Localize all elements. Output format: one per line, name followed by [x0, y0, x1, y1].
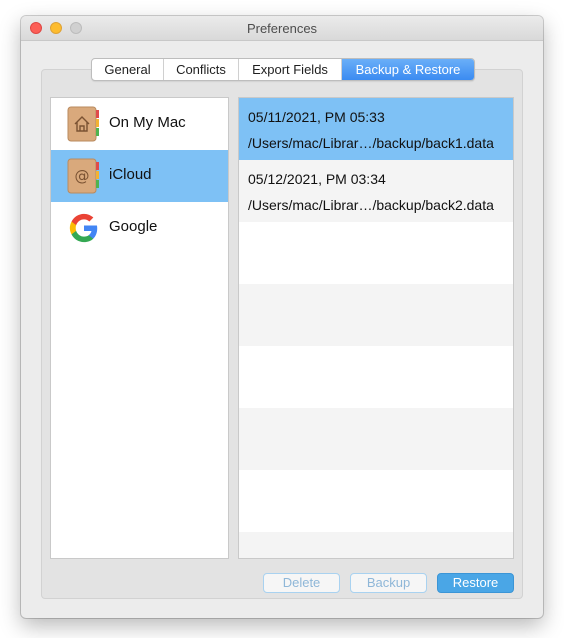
- svg-text:@: @: [75, 167, 90, 185]
- sidebar-item-label: Google: [109, 218, 158, 235]
- backup-date: 05/11/2021, PM 05:33: [248, 109, 385, 125]
- empty-row: [239, 470, 513, 532]
- backup-row[interactable]: 05/12/2021, PM 03:34 /Users/mac/Librar…/…: [239, 160, 513, 222]
- empty-row: [239, 222, 513, 284]
- title-bar: Preferences: [21, 16, 543, 41]
- backup-date: 05/12/2021, PM 03:34: [248, 171, 386, 187]
- home-book-icon: [67, 106, 99, 142]
- backup-path: /Users/mac/Librar…/backup/back2.data: [248, 197, 494, 213]
- account-sidebar: On My Mac @ iCloud Google: [50, 97, 229, 559]
- empty-row: [239, 408, 513, 470]
- empty-row: [239, 346, 513, 408]
- tab-conflicts[interactable]: Conflicts: [164, 59, 239, 80]
- backup-row[interactable]: 05/11/2021, PM 05:33 /Users/mac/Librar…/…: [239, 98, 513, 160]
- tab-general[interactable]: General: [92, 59, 164, 80]
- backup-button[interactable]: Backup: [350, 573, 427, 593]
- empty-row: [239, 284, 513, 346]
- tab-bar: General Conflicts Export Fields Backup &…: [91, 58, 475, 81]
- sidebar-item-icloud[interactable]: @ iCloud: [51, 150, 228, 202]
- backup-path: /Users/mac/Librar…/backup/back1.data: [248, 135, 494, 151]
- tab-backup-restore[interactable]: Backup & Restore: [342, 59, 474, 80]
- delete-button[interactable]: Delete: [263, 573, 340, 593]
- preferences-window: Preferences General Conflicts Export Fie…: [21, 16, 543, 618]
- window-title: Preferences: [246, 21, 318, 36]
- at-book-icon: @: [67, 158, 99, 194]
- empty-row: [239, 532, 513, 558]
- sidebar-item-label: On My Mac: [109, 114, 186, 131]
- tab-export-fields[interactable]: Export Fields: [239, 59, 342, 80]
- sidebar-item-google[interactable]: Google: [51, 202, 228, 254]
- backup-list: 05/11/2021, PM 05:33 /Users/mac/Librar…/…: [238, 97, 514, 559]
- sidebar-item-label: iCloud: [109, 166, 152, 183]
- restore-button[interactable]: Restore: [437, 573, 514, 593]
- google-icon: [69, 213, 98, 243]
- sidebar-item-on-my-mac[interactable]: On My Mac: [51, 98, 228, 150]
